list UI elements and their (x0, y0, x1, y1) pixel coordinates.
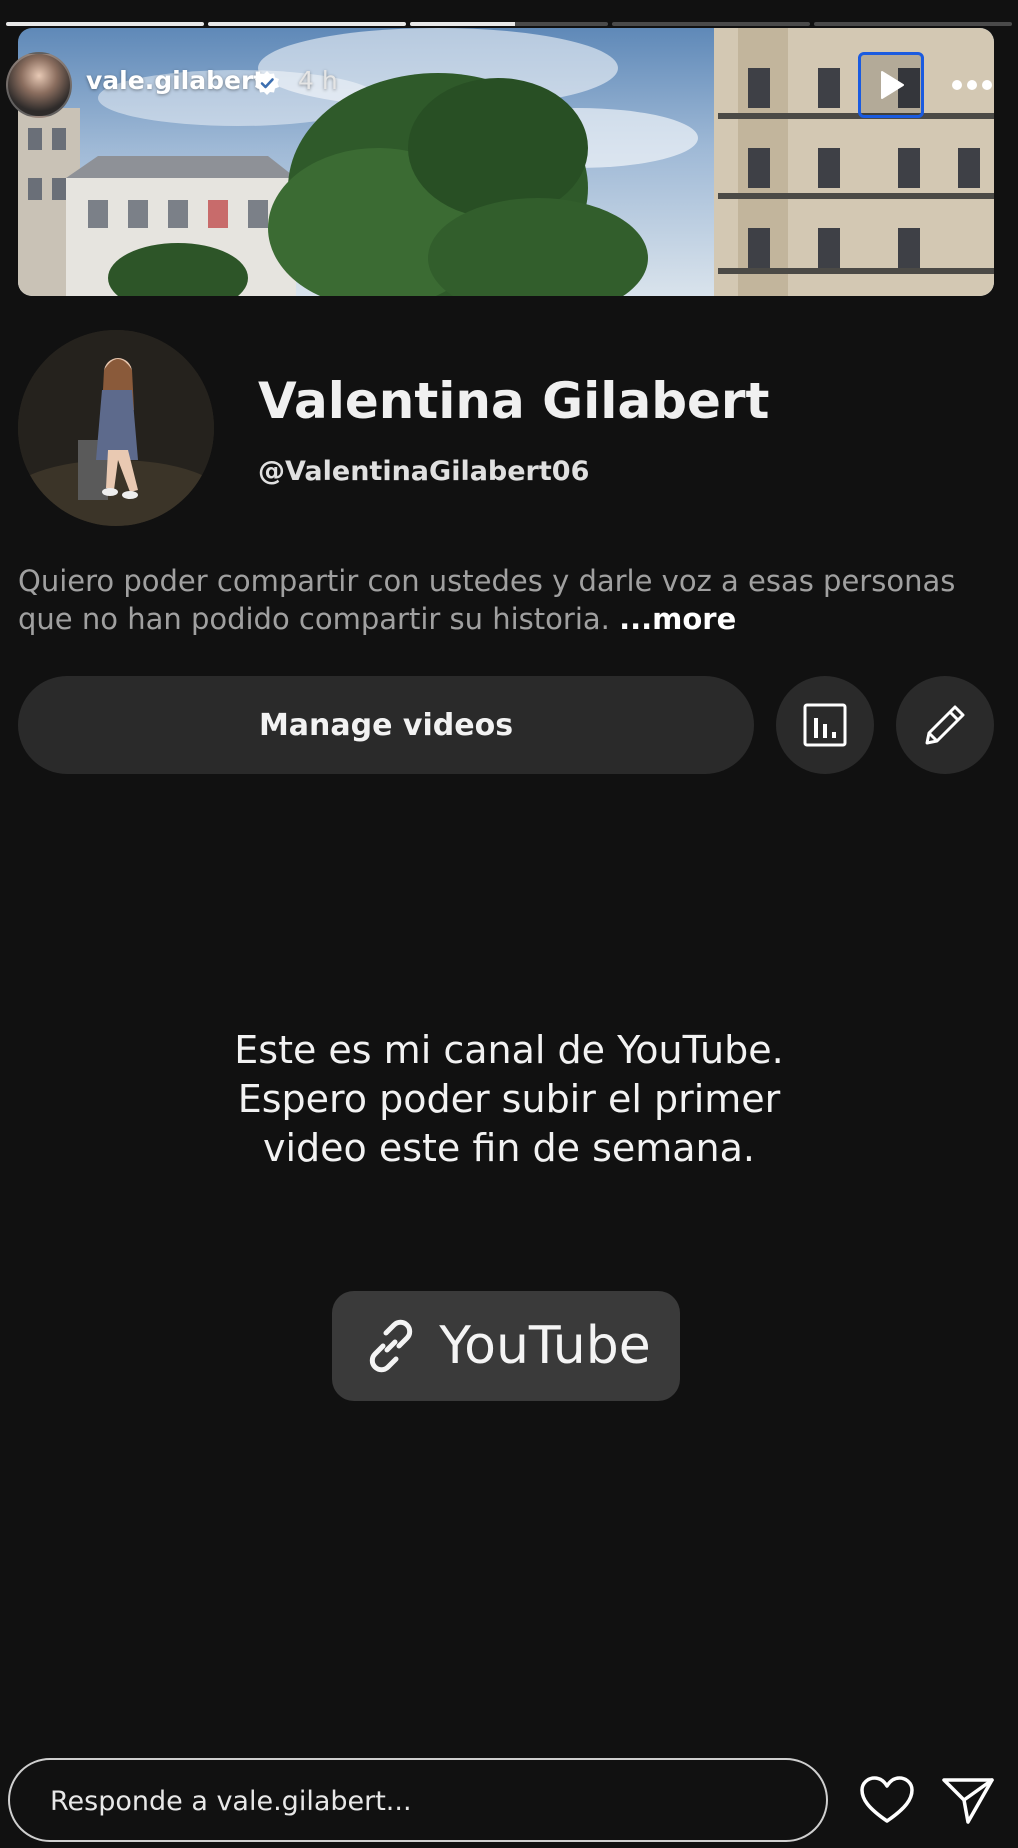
reply-bar (8, 1758, 828, 1842)
description-text: Quiero poder compartir con ustedes y dar… (18, 564, 956, 636)
edit-profile-button[interactable] (896, 676, 994, 774)
analytics-button[interactable] (776, 676, 874, 774)
manage-videos-button[interactable]: Manage videos (18, 676, 754, 774)
play-button[interactable] (858, 52, 924, 118)
progress-segment (208, 22, 406, 26)
story-username[interactable]: vale.gilabert (86, 66, 265, 95)
send-button[interactable] (940, 1772, 996, 1828)
pencil-icon (925, 705, 965, 745)
caption-line: Espero poder subir el primer (237, 1077, 781, 1121)
story-header: vale.gilabert 4 h (6, 52, 1012, 118)
link-icon (370, 1319, 413, 1373)
channel-name: Valentina Gilabert (258, 372, 770, 430)
progress-segment (410, 22, 608, 26)
play-icon (881, 71, 904, 99)
caption-line: Este es mi canal de YouTube. (234, 1028, 784, 1072)
more-options-button[interactable] (942, 52, 1002, 118)
more-dots-icon (952, 80, 962, 90)
bar-chart-icon (803, 703, 847, 747)
progress-segment (6, 22, 204, 26)
progress-segment (612, 22, 810, 26)
story-progress-bar (6, 22, 1012, 26)
channel-description: Quiero poder compartir con ustedes y dar… (18, 562, 978, 638)
story-timestamp: 4 h (298, 66, 338, 95)
story-caption: Este es mi canal de YouTube. Espero pode… (0, 1026, 1018, 1173)
youtube-link-sticker[interactable]: YouTube (332, 1291, 680, 1401)
send-icon (942, 1778, 994, 1824)
verified-badge-icon (254, 70, 280, 96)
progress-segment (814, 22, 1012, 26)
profile-avatar (18, 330, 214, 526)
heart-icon (860, 1776, 914, 1823)
more-link[interactable]: ...more (619, 602, 736, 636)
like-button[interactable] (858, 1774, 916, 1826)
caption-line: video este fin de semana. (262, 1126, 755, 1170)
story-avatar[interactable] (6, 52, 72, 118)
channel-handle: @ValentinaGilabert06 (258, 456, 590, 487)
reply-input[interactable] (48, 1760, 792, 1842)
link-sticker-label: YouTube (439, 1316, 651, 1376)
